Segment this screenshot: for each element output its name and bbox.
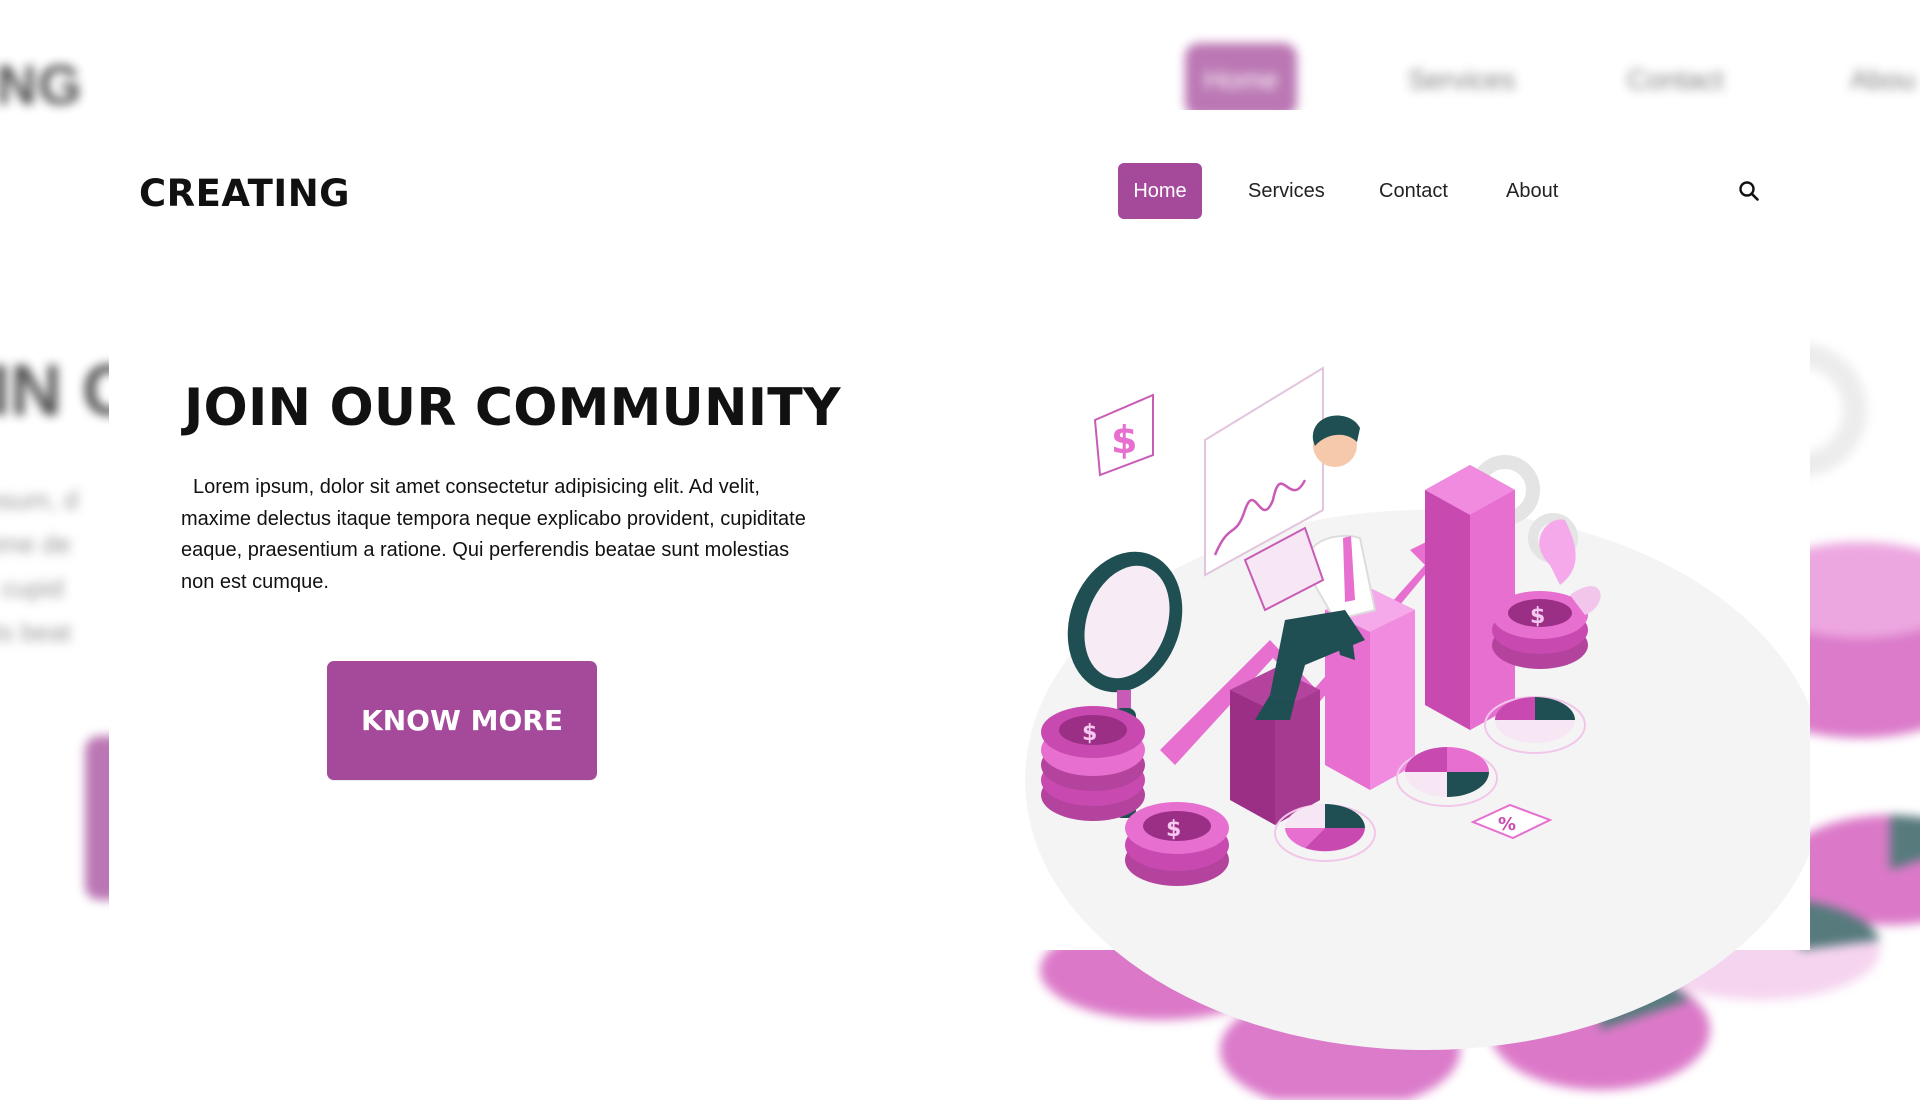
finance-illustration: $ $ $ $ %	[1025, 366, 1810, 1050]
search-button[interactable]	[1735, 177, 1763, 205]
coin-dollar-text: $	[1082, 721, 1097, 746]
nav-about-link[interactable]: About	[1506, 163, 1558, 219]
percent-text: %	[1498, 814, 1516, 835]
hero-description: Lorem ipsum, dolor sit amet consectetur …	[181, 476, 806, 593]
brand-logo[interactable]: CREATING	[139, 172, 350, 215]
bg-para-line: ipsum, d	[0, 485, 79, 515]
coin-stack-icon: $	[1125, 802, 1229, 886]
dollar-text: $	[1111, 418, 1137, 462]
hero-title: JOIN OUR COMMUNITY	[184, 378, 841, 438]
nav-contact-link[interactable]: Contact	[1379, 163, 1448, 219]
know-more-button[interactable]: KNOW MORE	[327, 661, 597, 780]
bg-para-line: t, cupid	[0, 573, 64, 603]
coin-stack-icon: $	[1492, 591, 1588, 669]
coin-dollar-text: $	[1166, 817, 1181, 842]
bg-paragraph: ipsum, d xime de t, cupid dis beat	[0, 478, 78, 654]
nav-home-link[interactable]: Home	[1118, 163, 1202, 219]
landing-card: CREATING Home Services Contact About JOI…	[109, 110, 1810, 1050]
bg-nav-services: Services	[1408, 64, 1516, 95]
coin-dollar-text: $	[1530, 604, 1545, 629]
bg-logo: ING	[0, 53, 83, 116]
bg-para-line: dis beat	[0, 617, 72, 647]
coin-stack-icon: $	[1041, 706, 1145, 821]
search-icon	[1739, 181, 1759, 201]
bg-nav-about: Abou	[1850, 64, 1916, 95]
bg-nav-home: Home	[1185, 43, 1297, 117]
bg-nav-contact: Contact	[1627, 64, 1724, 95]
dollar-note-icon: $	[1093, 393, 1154, 477]
bg-para-line: xime de	[0, 529, 72, 559]
nav-services-link[interactable]: Services	[1248, 163, 1325, 219]
